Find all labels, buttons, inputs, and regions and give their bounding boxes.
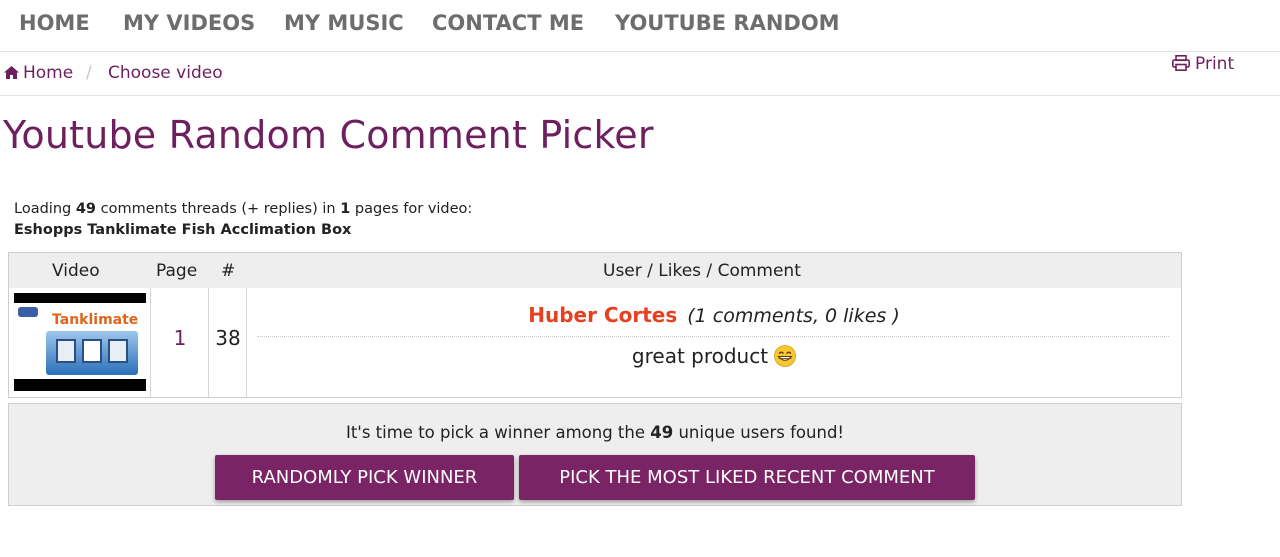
breadcrumb-current[interactable]: Choose video xyxy=(108,63,223,83)
breadcrumb: Home / Choose video Print xyxy=(0,53,1280,96)
header-number: # xyxy=(221,261,236,281)
nav-youtube-random[interactable]: YOUTUBE RANDOM xyxy=(615,11,840,35)
randomly-pick-winner-button[interactable]: RANDOMLY PICK WINNER xyxy=(215,455,514,500)
loading-summary: Loading 49 comments threads (+ replies) … xyxy=(14,199,472,220)
thumbnail-image: Tanklimate xyxy=(14,303,146,379)
pick-most-liked-comment-button[interactable]: PICK THE MOST LIKED RECENT COMMENT xyxy=(519,455,975,500)
page-title: Youtube Random Comment Picker xyxy=(3,113,654,157)
user-name-link[interactable]: Huber Cortes xyxy=(528,303,677,327)
user-line: Huber Cortes (1 comments, 0 likes ) xyxy=(247,303,1181,327)
nav-contact-me[interactable]: CONTACT ME xyxy=(432,11,584,35)
breadcrumb-separator: / xyxy=(86,63,92,83)
brand-logo-icon xyxy=(18,307,38,317)
page-cell: 1 xyxy=(150,288,208,397)
thumbnail-box-icon xyxy=(108,339,128,363)
video-thumbnail[interactable]: Tanklimate xyxy=(14,293,146,391)
number-cell: 38 xyxy=(208,288,246,397)
thumbnail-box-icon xyxy=(82,339,102,363)
comment-line: great product xyxy=(247,344,1181,368)
print-label: Print xyxy=(1195,54,1235,74)
header-user-comment: User / Likes / Comment xyxy=(603,261,801,281)
page-link[interactable]: 1 xyxy=(151,326,209,350)
printer-icon xyxy=(1172,55,1190,71)
print-button[interactable]: Print xyxy=(1172,54,1234,74)
nav-my-videos[interactable]: MY VIDEOS xyxy=(123,11,255,35)
pick-message: It's time to pick a winner among the 49 … xyxy=(9,423,1181,442)
unique-user-count: 49 xyxy=(650,423,674,442)
thread-count: 49 xyxy=(75,201,97,217)
nav-my-music[interactable]: MY MUSIC xyxy=(284,11,404,35)
home-icon xyxy=(4,66,19,79)
user-stats: (1 comments, 0 likes ) xyxy=(687,305,900,327)
video-cell: Tanklimate xyxy=(9,288,150,397)
grinning-face-emoji-icon xyxy=(774,345,796,367)
comment-text: great product xyxy=(631,344,769,368)
thumbnail-text: Tanklimate xyxy=(52,312,139,328)
page-count: 1 xyxy=(340,201,351,217)
results-table: Video Page # User / Likes / Comment Tank… xyxy=(8,252,1182,398)
winner-picker-panel: It's time to pick a winner among the 49 … xyxy=(8,403,1182,506)
loading-prefix: Loading xyxy=(14,201,72,217)
header-video: Video xyxy=(52,261,100,281)
loading-info: Loading 49 comments threads (+ replies) … xyxy=(14,199,472,241)
comment-number: 38 xyxy=(215,326,241,350)
breadcrumb-home[interactable]: Home xyxy=(4,63,73,83)
thumbnail-box-icon xyxy=(56,339,76,363)
header-page: Page xyxy=(156,261,198,281)
pick-suffix: unique users found! xyxy=(678,423,845,442)
loading-suffix: pages for video: xyxy=(354,201,473,217)
divider xyxy=(257,336,1169,337)
comment-cell: Huber Cortes (1 comments, 0 likes ) great… xyxy=(246,288,1181,397)
breadcrumb-home-label: Home xyxy=(23,63,74,83)
video-title: Eshopps Tanklimate Fish Acclimation Box xyxy=(14,222,352,238)
nav-home[interactable]: HOME xyxy=(19,11,90,35)
top-navigation: HOME MY VIDEOS MY MUSIC CONTACT ME YOUTU… xyxy=(0,0,1280,52)
loading-middle: comments threads (+ replies) in xyxy=(100,201,336,217)
pick-prefix: It's time to pick a winner among the xyxy=(345,423,645,442)
